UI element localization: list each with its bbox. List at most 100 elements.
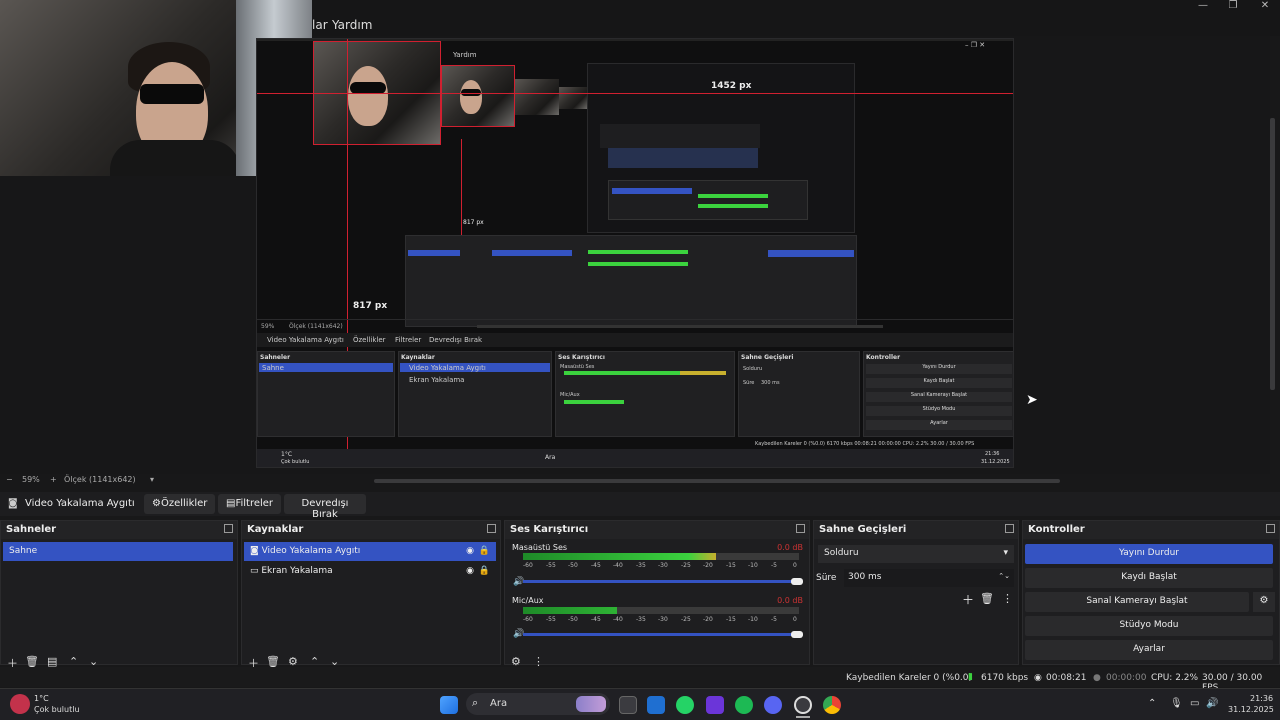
gear-icon: ⚙ <box>152 498 161 509</box>
inner-height-label: 817 px <box>463 219 484 226</box>
signal-icon: ▮ <box>968 672 973 682</box>
volume-meter <box>523 553 716 560</box>
nested-webcam-4 <box>559 87 587 109</box>
meter-tick-label: -30 <box>658 562 668 569</box>
transitions-title: Sahne Geçişleri <box>814 521 1018 539</box>
meter-tick-label: -50 <box>568 562 578 569</box>
meter-tick-label: -55 <box>546 616 556 623</box>
discord-icon[interactable] <box>764 696 782 714</box>
stop-stream-button[interactable]: Yayını Durdur <box>1025 544 1273 564</box>
transition-select[interactable]: Solduru ▾ <box>818 545 1014 563</box>
weather-icon[interactable] <box>10 694 30 714</box>
preview-vscroll[interactable] <box>1270 118 1275 390</box>
nested-source-tab: Video Yakalama Aygıtı <box>267 336 344 344</box>
scenes-title: Sahneler <box>1 521 237 539</box>
channel-name: Mic/Aux <box>512 596 544 605</box>
volume-meter <box>523 607 617 614</box>
start-vcam-button[interactable]: Sanal Kamerayı Başlat <box>1025 592 1249 612</box>
eye-icon[interactable]: ◉ <box>466 546 474 556</box>
menu-partial[interactable]: lar <box>312 18 328 32</box>
nested-status: Kaybedilen Kareler 0 (%0.0) 6170 kbps 00… <box>755 441 975 447</box>
sources-title: Kaynaklar <box>242 521 500 539</box>
zoom-row: − 59% + Ölçek (1141x642) ▾ <box>0 475 260 487</box>
meter-tick-label: -5 <box>771 616 777 623</box>
app-icon[interactable] <box>706 696 724 714</box>
meter-tick-label: -25 <box>681 562 691 569</box>
whatsapp-icon[interactable] <box>676 696 694 714</box>
scale-dropdown-icon[interactable]: ▾ <box>150 475 154 484</box>
meter-tick-label: -20 <box>703 562 713 569</box>
dock-icon[interactable] <box>796 524 805 533</box>
nested-search: Ara <box>545 454 556 461</box>
nested-scale: Ölçek (1141x642) <box>289 323 343 330</box>
dock-icon[interactable] <box>1266 524 1275 533</box>
scene-item[interactable]: Sahne <box>3 542 233 561</box>
studio-mode-button[interactable]: Stüdyo Modu <box>1025 616 1273 636</box>
record-icon: ● <box>1093 673 1101 683</box>
maximize-icon[interactable]: ❐ <box>1218 0 1248 14</box>
zoom-percent: 59% <box>22 475 40 484</box>
obs-icon[interactable] <box>794 696 812 714</box>
kebab-menu-icon[interactable]: ⋮ <box>1002 592 1013 605</box>
deactivate-button[interactable]: Devredışı Bırak <box>284 494 366 520</box>
volume-knob[interactable] <box>791 631 803 638</box>
mic-icon[interactable]: 🎙 <box>1170 698 1183 709</box>
stream-time: 00:08:21 <box>1046 673 1087 683</box>
nested-scenes-panel: Sahneler Sahne <box>257 351 395 437</box>
eye-icon[interactable]: ◉ <box>466 566 474 576</box>
search-box[interactable]: ⌕ Ara <box>466 693 610 715</box>
start-recording-button[interactable]: Kaydı Başlat <box>1025 568 1273 588</box>
lock-icon[interactable]: 🔒 <box>479 566 490 576</box>
nested-sources-panel: Kaynaklar Video Yakalama Aygıtı Ekran Ya… <box>398 351 552 437</box>
volume-icon[interactable]: 🔊 <box>1206 698 1218 709</box>
source-item[interactable]: ▭ Ekran Yakalama ◉ 🔒 <box>244 562 496 581</box>
dock-icon[interactable] <box>224 524 233 533</box>
zoom-in-icon[interactable]: + <box>50 475 57 484</box>
trash-icon[interactable]: 🗑 <box>980 592 994 605</box>
channel-db: 0.0 dB <box>777 596 803 605</box>
menu-help[interactable]: Yardım <box>332 18 372 32</box>
weather-temp: 1°C <box>34 694 49 703</box>
nested-mixer-panel: Ses Karıştırıcı Masaüstü Ses Mic/Aux <box>555 351 735 437</box>
dock-icon[interactable] <box>1005 524 1014 533</box>
dock-icon[interactable] <box>487 524 496 533</box>
settings-button[interactable]: Ayarlar <box>1025 640 1273 660</box>
volume-slider[interactable] <box>523 580 795 583</box>
vscode-icon[interactable] <box>647 696 665 714</box>
filters-button[interactable]: ▤Filtreler <box>218 494 282 514</box>
gear-icon[interactable]: ⚙ <box>1253 592 1275 612</box>
nested-date: 31.12.2025 <box>981 459 1010 465</box>
nested-deact: Devredışı Bırak <box>429 336 483 344</box>
task-view-icon[interactable] <box>619 696 637 714</box>
lock-icon[interactable]: 🔒 <box>479 546 490 556</box>
status-bar: Kaybedilen Kareler 0 (%0.0) ▮ 6170 kbps … <box>0 667 1280 693</box>
stepper-icon: ⌃⌄ <box>998 572 1010 580</box>
nested-controls-panel: Kontroller Yayını Durdur Kaydı Başlat Sa… <box>863 351 1013 437</box>
spotify-icon[interactable] <box>735 696 753 714</box>
clock-time: 21:36 <box>1250 694 1274 703</box>
meter-tick-label: -40 <box>613 616 623 623</box>
chrome-icon[interactable] <box>823 696 841 714</box>
cpu-usage: CPU: 2.2% <box>1151 673 1199 683</box>
volume-knob[interactable] <box>791 578 803 585</box>
scale-label: Ölçek (1141x642) <box>64 475 136 484</box>
monitor-icon[interactable]: ▭ <box>1190 698 1199 709</box>
meter-tick-label: -60 <box>523 616 533 623</box>
monitor-icon: ▭ <box>250 566 262 576</box>
preview-hscroll[interactable] <box>374 479 1060 483</box>
minimize-icon[interactable]: — <box>1188 0 1218 14</box>
zoom-out-icon[interactable]: − <box>6 475 13 484</box>
nested-weather-desc: Çok bulutlu <box>281 459 310 465</box>
duration-input[interactable]: 300 ms ⌃⌄ <box>844 569 1014 587</box>
meter-tick-label: -40 <box>613 562 623 569</box>
chevron-up-icon[interactable]: ⌃ <box>1148 698 1156 709</box>
mouse-cursor-icon: ➤ <box>1026 392 1038 408</box>
add-icon[interactable]: ＋ <box>962 591 974 608</box>
clock-date: 31.12.2025 <box>1228 705 1274 714</box>
volume-slider[interactable] <box>523 633 795 636</box>
properties-button[interactable]: ⚙Özellikler <box>144 494 216 514</box>
taskbar <box>0 688 1280 720</box>
windows-start-icon[interactable] <box>440 696 458 714</box>
close-icon[interactable]: ✕ <box>1250 0 1280 14</box>
source-item[interactable]: ◙ Video Yakalama Aygıtı ◉ 🔒 <box>244 542 496 561</box>
